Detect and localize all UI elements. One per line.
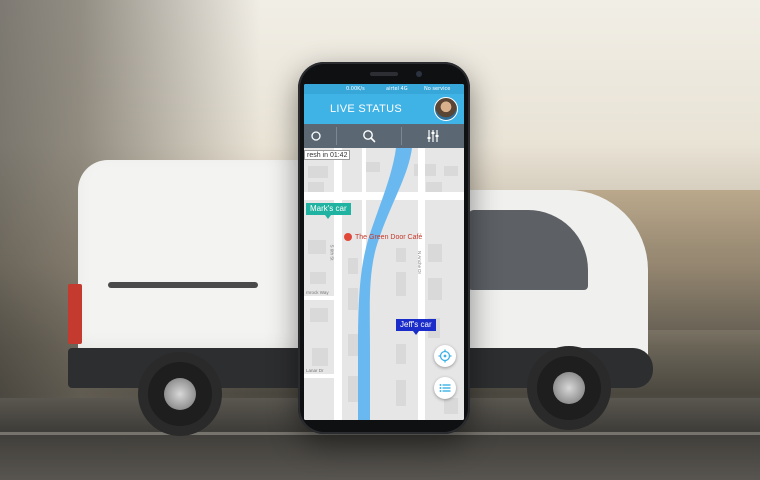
poi-green-door-cafe[interactable]: The Green Door Café: [344, 233, 422, 241]
phone-speaker: [370, 72, 398, 76]
map-toolbar: [304, 124, 464, 148]
crosshair-icon: [438, 349, 452, 363]
back-button[interactable]: [304, 124, 336, 148]
street-label: N Anche Dr: [417, 250, 423, 275]
service-status: No service: [424, 86, 451, 92]
restaurant-pin-icon: [344, 233, 352, 241]
vehicle-marker-mark[interactable]: Mark's car: [306, 203, 351, 219]
search-button[interactable]: [337, 124, 401, 148]
live-map[interactable]: resh in 01:42 Mark's car The Green Door …: [304, 148, 464, 420]
locate-button[interactable]: [434, 345, 456, 367]
van-rear-wheel: [138, 352, 222, 436]
carrier-label: airtel 4G: [386, 86, 408, 92]
list-icon: [439, 384, 451, 392]
phone-screen: 0.00K/s airtel 4G No service LIVE STATUS: [304, 84, 464, 420]
street-label: Lanar Dr: [306, 368, 324, 373]
street-label: rnrock Way: [306, 290, 329, 295]
list-button[interactable]: [434, 377, 456, 399]
vehicle-marker-label: Jeff's car: [400, 320, 432, 329]
smartphone: 0.00K/s airtel 4G No service LIVE STATUS: [298, 62, 470, 434]
refresh-timer: resh in 01:42: [304, 150, 351, 160]
poi-label: The Green Door Café: [355, 233, 423, 241]
van-side-rail: [108, 282, 258, 288]
street-label: S 6th St: [329, 244, 335, 261]
filter-button[interactable]: [402, 124, 464, 148]
phone-camera: [416, 71, 422, 77]
van-tail-light: [68, 284, 82, 344]
vehicle-marker-jeff[interactable]: Jeff's car: [396, 319, 436, 335]
van-front-wheel: [527, 346, 611, 430]
filter-sliders-icon: [427, 130, 439, 142]
page-title: LIVE STATUS: [330, 103, 402, 115]
app-bar: LIVE STATUS: [304, 94, 464, 124]
network-speed: 0.00K/s: [346, 86, 365, 92]
user-avatar[interactable]: [434, 97, 458, 121]
status-bar: 0.00K/s airtel 4G No service: [304, 84, 464, 94]
back-icon: [311, 131, 321, 141]
vehicle-marker-label: Mark's car: [310, 204, 347, 213]
search-icon: [363, 130, 376, 143]
